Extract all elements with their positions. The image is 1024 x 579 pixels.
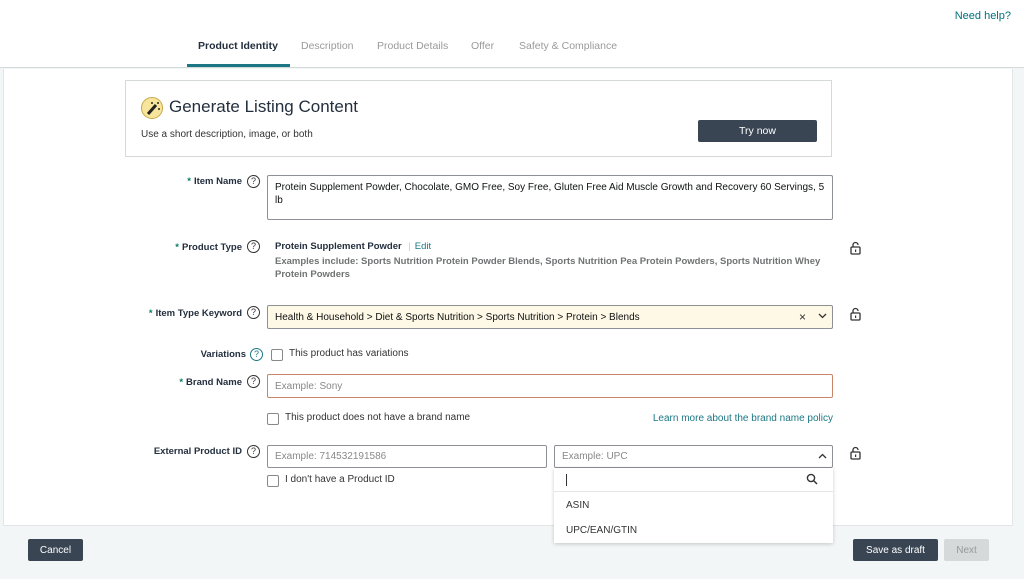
active-tab-indicator (187, 64, 290, 67)
lock-icon (850, 241, 861, 255)
brand-name-field[interactable]: Example: Sony (267, 374, 833, 398)
no-brand-checkbox-label: This product does not have a brand name (285, 412, 471, 423)
chevron-down-icon[interactable] (818, 313, 827, 319)
tab-offer[interactable]: Offer (471, 40, 494, 52)
generate-subtitle: Use a short description, image, or both (141, 129, 313, 140)
tab-description[interactable]: Description (301, 40, 354, 52)
save-draft-button[interactable]: Save as draft (853, 539, 938, 561)
need-help-link[interactable]: Need help? (955, 10, 1011, 22)
external-product-id-label: External Product ID (153, 446, 242, 457)
top-bar (0, 0, 1024, 68)
no-product-id-checkbox-label: I don't have a Product ID (285, 474, 395, 485)
item-type-keyword-label: * Item Type Keyword (148, 308, 242, 319)
next-button[interactable]: Next (944, 539, 989, 561)
help-icon[interactable]: ? (247, 175, 260, 188)
help-icon[interactable]: ? (247, 375, 260, 388)
generate-listing-panel: Generate Listing Content Use a short des… (125, 80, 832, 157)
no-product-id-checkbox[interactable] (267, 475, 279, 487)
dropdown-option-asin[interactable]: ASIN (566, 500, 589, 511)
search-icon (806, 473, 818, 485)
help-icon[interactable]: ? (247, 240, 260, 253)
external-product-id-field[interactable]: Example: 714532191586 (267, 445, 547, 468)
variations-label: Variations (200, 349, 246, 360)
edit-product-type-link[interactable]: Edit (415, 241, 431, 252)
lock-icon (850, 307, 861, 321)
brand-policy-link[interactable]: Learn more about the brand name policy (653, 413, 833, 424)
item-name-label: * Item Name (187, 176, 242, 187)
variations-checkbox-label: This product has variations (289, 348, 409, 359)
brand-name-label: * Brand Name (179, 377, 242, 388)
help-icon[interactable]: ? (250, 348, 263, 361)
tab-product-details[interactable]: Product Details (377, 40, 448, 52)
generate-title: Generate Listing Content (169, 97, 359, 116)
chevron-up-icon[interactable] (818, 453, 827, 459)
product-type-examples: Examples include: Sports Nutrition Prote… (275, 256, 821, 280)
lock-icon (850, 446, 861, 460)
clear-icon[interactable]: × (799, 310, 806, 324)
item-name-field[interactable]: Protein Supplement Powder, Chocolate, GM… (267, 175, 833, 220)
help-icon[interactable]: ? (247, 445, 260, 458)
cancel-button[interactable]: Cancel (28, 539, 83, 561)
no-brand-checkbox[interactable] (267, 413, 279, 425)
item-type-keyword-select[interactable]: Health & Household > Diet & Sports Nutri… (267, 305, 833, 329)
dropdown-option-upc[interactable]: UPC/EAN/GTIN (566, 525, 637, 536)
product-type-label: * Product Type (175, 242, 242, 253)
magic-wand-icon (141, 97, 163, 119)
try-now-button[interactable]: Try now (698, 120, 817, 142)
product-id-type-dropdown: ASIN UPC/EAN/GTIN (554, 468, 833, 543)
product-type-value: Protein Supplement Powder | Edit (275, 241, 432, 252)
help-icon[interactable]: ? (247, 306, 260, 319)
tab-safety-compliance[interactable]: Safety & Compliance (519, 40, 617, 52)
product-id-type-select[interactable]: Example: UPC (554, 445, 833, 468)
tab-product-identity[interactable]: Product Identity (198, 40, 278, 52)
variations-checkbox[interactable] (271, 349, 283, 361)
dropdown-search-input[interactable] (554, 468, 833, 492)
